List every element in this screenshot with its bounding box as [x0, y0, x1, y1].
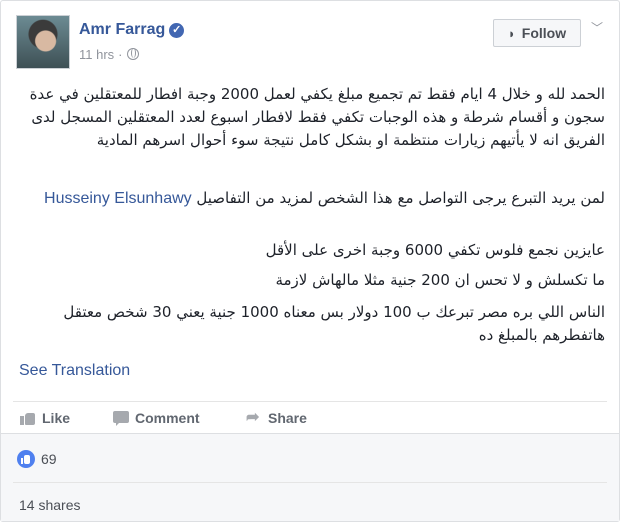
shares-count[interactable]: 14 shares [19, 497, 80, 513]
comment-button[interactable]: Comment [113, 410, 200, 426]
meta-separator: · [118, 47, 123, 62]
author-avatar[interactable] [16, 15, 70, 69]
post-time[interactable]: 11 hrs [79, 47, 114, 62]
comment-icon [113, 410, 129, 426]
contact-text: لمن يريد التبرع يرجى التواصل مع هذا الشخ… [196, 189, 605, 207]
see-translation-link[interactable]: See Translation [19, 362, 130, 380]
avatar-photo [17, 16, 69, 68]
profile-link[interactable]: Husseiny Elsunhawy [44, 190, 192, 207]
post-card: Amr Farrag ✓ 11 hrs · ◗ Follow ﹀ الحمد لله… [0, 0, 620, 522]
post-paragraph: الحمد لله و خلال 4 ايام فقط تم تجميع مبل… [29, 85, 605, 149]
share-button[interactable]: ➦ Share [246, 409, 307, 427]
like-label: Like [42, 410, 71, 426]
share-label: Share [268, 410, 307, 426]
follow-label: Follow [521, 25, 567, 41]
divider [13, 482, 607, 483]
share-arrow-icon: ➦ [246, 409, 260, 426]
like-button[interactable]: Like [20, 410, 70, 426]
reaction-count: 69 [41, 451, 57, 467]
post-footer: 69 14 shares [1, 433, 619, 521]
comment-label: Comment [135, 410, 200, 426]
post-paragraph: ما تكسلش و لا تحس ان 200 جنية مثلا مالها… [275, 271, 605, 289]
post-meta: 11 hrs · [79, 47, 139, 62]
reaction-summary[interactable]: 69 [17, 450, 57, 468]
author-name-row: Amr Farrag ✓ [79, 21, 185, 39]
rss-icon: ◗ [507, 25, 516, 41]
action-bar: Like Comment ➦ Share [13, 401, 607, 434]
author-name[interactable]: Amr Farrag [79, 21, 165, 38]
post-paragraph: عايزين نجمع فلوس تكفي 6000 وجبة اخرى على… [265, 241, 605, 259]
chevron-down-icon[interactable]: ﹀ [591, 19, 605, 35]
like-reaction-icon [17, 450, 35, 468]
verified-icon: ✓ [169, 23, 185, 38]
post-paragraph-contact: لمن يريد التبرع يرجى التواصل مع هذا الشخ… [19, 187, 605, 210]
post-paragraph: الناس اللي بره مصر تبرعك ب 100 دولار بس … [63, 303, 605, 344]
thumbs-up-icon [20, 410, 36, 426]
follow-button[interactable]: ◗ Follow [493, 19, 581, 47]
globe-icon[interactable] [126, 48, 139, 60]
